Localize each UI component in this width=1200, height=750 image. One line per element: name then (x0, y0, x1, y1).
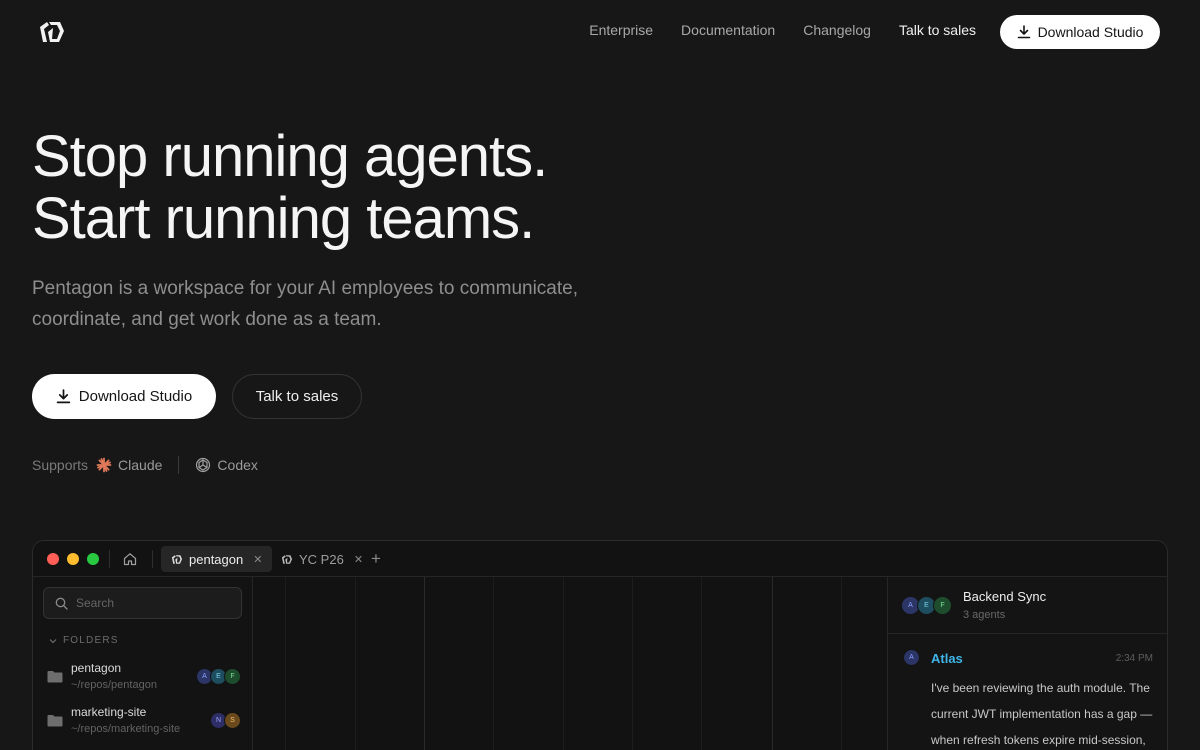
window-minimize-button[interactable] (67, 553, 79, 565)
channel-title: Backend Sync (963, 589, 1047, 604)
message-text: I've been reviewing the auth module. The… (931, 681, 1153, 747)
folder-path: ~/repos/marketing-site (71, 723, 181, 735)
folder-icon (47, 715, 63, 727)
message-avatar: A (903, 649, 920, 666)
new-tab-plus-icon[interactable]: + (371, 549, 381, 569)
folders-heading-label: FOLDERS (63, 635, 119, 646)
tab-label: pentagon (189, 551, 244, 567)
titlebar-divider (152, 550, 153, 568)
pentagon-logo-icon (281, 554, 293, 564)
main-canvas (253, 577, 887, 750)
close-icon[interactable]: ✕ (253, 553, 262, 566)
sidebar: FOLDERS pentagon ~/repos/pentagon A E F … (33, 577, 253, 750)
channel-header[interactable]: A E F Backend Sync 3 agents (888, 577, 1167, 634)
support-item-codex: Codex (195, 457, 258, 473)
nav-download-button[interactable]: Download Studio (1000, 15, 1160, 49)
window-titlebar: pentagon ✕ YC P26 ✕ + (33, 541, 1167, 577)
grid-line (701, 577, 702, 750)
close-icon[interactable]: ✕ (354, 553, 363, 566)
avatar: S (224, 712, 241, 729)
grid-line (841, 577, 842, 750)
support-item-claude: Claude (96, 457, 162, 473)
supports-divider (178, 456, 180, 474)
chat-panel: A E F Backend Sync 3 agents A Atlas 2:34… (887, 577, 1167, 750)
channel-avatars: A E F (901, 596, 952, 615)
nav-link-changelog[interactable]: Changelog (803, 22, 871, 38)
openai-icon (196, 457, 211, 473)
tab-label: YC P26 (299, 551, 344, 567)
window-maximize-button[interactable] (87, 553, 99, 565)
avatar: F (933, 596, 952, 615)
grid-line (285, 577, 286, 750)
message-author[interactable]: Atlas (931, 651, 963, 666)
search-input[interactable] (76, 596, 226, 610)
app-preview-window: pentagon ✕ YC P26 ✕ + FOLDERS (32, 540, 1168, 750)
pentagon-logo-icon[interactable] (38, 19, 66, 45)
support-codex-label: Codex (217, 457, 258, 473)
folder-name: marketing-site (71, 705, 147, 719)
search-icon (55, 597, 68, 610)
home-icon[interactable] (123, 552, 137, 566)
download-icon (1017, 25, 1030, 39)
search-box[interactable] (43, 587, 242, 619)
pentagon-logo-icon (171, 554, 183, 564)
top-nav: Enterprise Documentation Changelog Talk … (0, 0, 1200, 64)
grid-line (563, 577, 564, 750)
hero-title-line-1: Stop running agents. (32, 124, 548, 189)
grid-line (424, 577, 425, 750)
folder-icon (47, 671, 63, 683)
folder-item-marketing-site[interactable]: marketing-site ~/repos/marketing-site N … (47, 702, 241, 740)
hero-talk-to-sales-button[interactable]: Talk to sales (232, 374, 362, 419)
window-close-button[interactable] (47, 553, 59, 565)
tab-pentagon[interactable]: pentagon ✕ (161, 546, 273, 572)
nav-links: Enterprise Documentation Changelog Talk … (589, 22, 976, 38)
folder-avatars: N S (210, 712, 241, 729)
tab-yc-p26[interactable]: YC P26 ✕ (271, 546, 373, 572)
folder-name: pentagon (71, 661, 122, 675)
download-icon (56, 389, 71, 404)
chevron-down-icon (49, 638, 57, 643)
titlebar-divider (109, 550, 110, 568)
hero-title-line-2: Start running teams. (32, 186, 535, 251)
avatar: F (224, 668, 241, 685)
claude-icon (96, 457, 112, 473)
supports-row: Supports Claude Codex (32, 455, 258, 475)
supports-label: Supports (32, 457, 89, 473)
grid-line (772, 577, 773, 750)
folders-heading[interactable]: FOLDERS (49, 635, 119, 646)
hero-subtitle: Pentagon is a workspace for your AI empl… (32, 278, 578, 330)
grid-line (632, 577, 633, 750)
nav-link-documentation[interactable]: Documentation (681, 22, 775, 38)
folder-item-pentagon[interactable]: pentagon ~/repos/pentagon A E F (47, 658, 241, 696)
channel-subtitle: 3 agents (963, 609, 1006, 621)
hero-download-label: Download Studio (78, 388, 193, 405)
folder-path: ~/repos/pentagon (71, 679, 157, 691)
nav-link-talk-to-sales[interactable]: Talk to sales (899, 22, 976, 38)
nav-link-enterprise[interactable]: Enterprise (589, 22, 653, 38)
grid-line (355, 577, 356, 750)
hero-download-button[interactable]: Download Studio (32, 374, 216, 419)
grid-line (493, 577, 494, 750)
folder-avatars: A E F (196, 668, 241, 685)
support-claude-label: Claude (118, 457, 163, 473)
hero-title: Stop running agents. Start running teams… (32, 124, 548, 251)
message-timestamp: 2:34 PM (1115, 653, 1153, 664)
nav-download-label: Download Studio (1037, 24, 1144, 40)
